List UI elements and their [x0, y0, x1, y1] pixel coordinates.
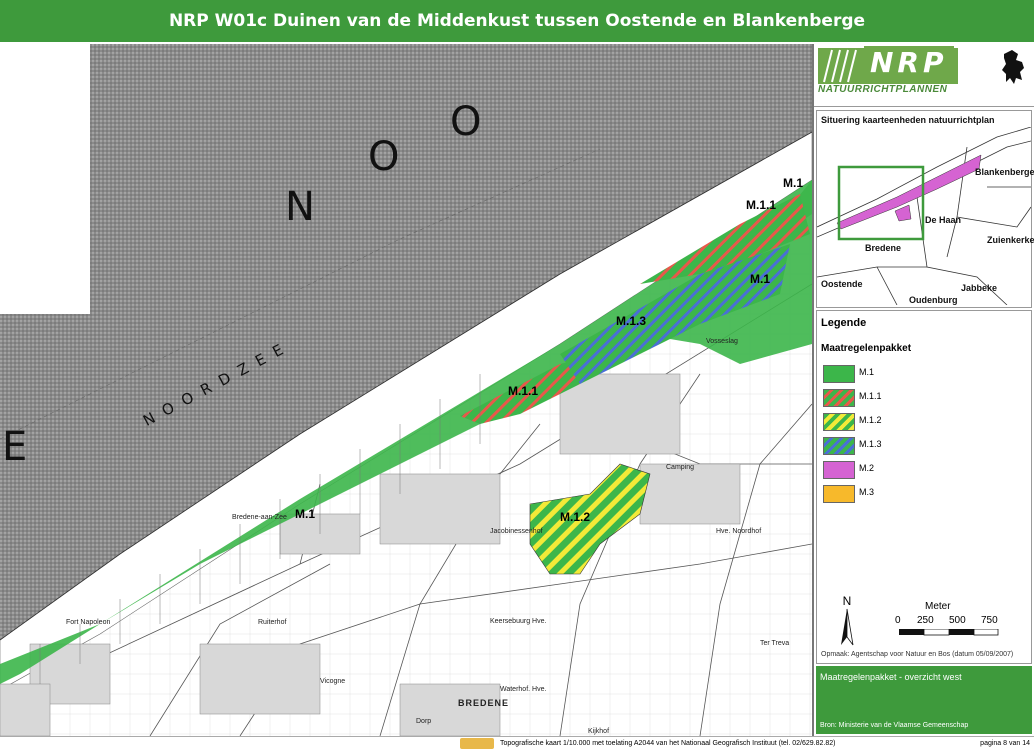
situering-box: Situering kaarteenheden natuurrichtplan … — [816, 110, 1034, 308]
legend-label-m2: M.2 — [859, 463, 875, 473]
legend-label-m13: M.1.3 — [859, 439, 882, 449]
situering-m2-blob — [894, 204, 912, 222]
place-bredene: BREDENE — [458, 698, 510, 708]
place-camping: Camping — [666, 464, 695, 471]
legend-swatch-m3 — [823, 485, 855, 503]
credit-text: Opmaak: Agentschap voor Natuur en Bos (d… — [821, 651, 1014, 658]
footer: Topografische kaart 1/10.000 met toelati… — [0, 736, 1034, 751]
legend-label-m1: M.1 — [859, 367, 875, 377]
situ-oostende: Oostende — [821, 279, 863, 289]
sea-letter-e: E — [2, 424, 30, 470]
legend-item-m3: M.3 — [823, 485, 1023, 503]
situ-jabbeke: Jabbeke — [961, 283, 998, 293]
zone-label-m1-ne: M.1 — [783, 176, 804, 190]
zone-label-m13: M.1.3 — [616, 314, 647, 328]
scale-title: Meter — [925, 601, 951, 612]
situ-bredene: Bredene — [865, 243, 902, 253]
legend-box: Legende Maatregelenpakket M.1 M.1.1 M.1.… — [816, 310, 1032, 664]
situ-blankenberge: Blankenberge — [975, 167, 1034, 177]
scale-tick-0: 0 — [895, 615, 901, 626]
legend-swatch-m13 — [823, 437, 855, 455]
nrp-brand: NRP — [864, 46, 954, 79]
flemish-lion-icon — [1002, 50, 1024, 84]
page-number: pagina 8 van 14 — [980, 740, 1030, 747]
zone-label-m1-e: M.1 — [750, 272, 771, 286]
ngi-logo-icon — [460, 738, 494, 749]
place-keersebuurg: Keersebuurg Hve. — [490, 618, 547, 625]
info-box: Maatregelenpakket - overzicht west Bron:… — [816, 666, 1032, 734]
situering-frame — [837, 165, 925, 241]
legend-swatch-m2 — [823, 461, 855, 479]
legend-swatch-m12 — [823, 413, 855, 431]
place-vosseslag: Vosseslag — [706, 338, 738, 345]
info-title: Maatregelenpakket - overzicht west — [820, 672, 962, 682]
place-vicogne: Vicogne — [320, 678, 346, 685]
legend-item-m13: M.1.3 — [823, 437, 1023, 455]
legend-label-m3: M.3 — [859, 487, 875, 497]
map-area[interactable]: N O O E NOORDZEE M.1 M.1.1 M.1 M.1.3 M.1… — [0, 44, 814, 736]
legend-subtitle: Maatregelenpakket — [821, 343, 912, 354]
scale-tick-500: 500 — [949, 615, 966, 626]
situ-de-haan: De Haan — [925, 215, 962, 225]
sea-letter-o2: O — [450, 99, 484, 145]
north-arrow-icon: N — [841, 594, 854, 646]
legend-label-m11: M.1.1 — [859, 391, 882, 401]
legend-label-m12: M.1.2 — [859, 415, 882, 425]
sea-letter-o1: O — [368, 134, 402, 180]
legend-swatch-m11 — [823, 389, 855, 407]
situering-title: Situering kaarteenheden natuurrichtplan — [821, 115, 995, 125]
zone-label-m11-w: M.1.1 — [508, 384, 539, 398]
footer-text: Topografische kaart 1/10.000 met toelati… — [500, 740, 836, 747]
nrp-subtitle: NATUURRICHTPLANNEN — [818, 84, 948, 95]
place-noordhof: Hve. Noordhof — [716, 528, 762, 535]
sea-letter-n: N — [285, 184, 317, 230]
legend-item-m2: M.2 — [823, 461, 1023, 479]
legend-item-m12: M.1.2 — [823, 413, 1023, 431]
legend-item-m1: M.1 — [823, 365, 1023, 383]
legend-title: Legende — [821, 317, 867, 329]
zone-label-m1-w: M.1 — [295, 507, 316, 521]
place-ter-treva: Ter Treva — [760, 640, 790, 647]
north-label: N — [843, 594, 852, 608]
map-canvas[interactable] — [0, 44, 812, 736]
place-waterhof: Waterhof. Hve. — [500, 686, 547, 693]
legend-item-m11: M.1.1 — [823, 389, 1023, 407]
place-fort: Fort Napoleon — [66, 619, 111, 626]
blank-area — [0, 44, 90, 314]
place-ruiterhof: Ruiterhof — [258, 619, 287, 626]
place-dorp: Dorp — [416, 718, 432, 725]
map-title: NRP W01c Duinen van de Middenkust tussen… — [0, 0, 1034, 42]
info-source: Bron: Ministerie van de Vlaamse Gemeensc… — [820, 722, 969, 729]
side-panel: NRP NATUURRICHTPLANNEN Situering kaartee… — [814, 44, 1034, 736]
situ-oudenburg: Oudenburg — [909, 295, 958, 305]
zone-label-m11-ne: M.1.1 — [746, 198, 777, 212]
legend-swatch-m1 — [823, 365, 855, 383]
scale-tick-250: 250 — [917, 615, 934, 626]
scale-tick-750: 750 — [981, 615, 998, 626]
place-jacobinessenhof: Jacobinessenhof — [490, 528, 543, 535]
scale-bar — [899, 629, 999, 636]
logo-box: NRP NATUURRICHTPLANNEN — [814, 44, 1034, 107]
zone-label-m12: M.1.2 — [560, 510, 591, 524]
place-kijkhof: Kijkhof — [588, 728, 610, 735]
place-bredene-aan-zee: Bredene-aan-Zee — [232, 514, 287, 521]
situ-zuienkerke: Zuienkerke — [987, 235, 1034, 245]
